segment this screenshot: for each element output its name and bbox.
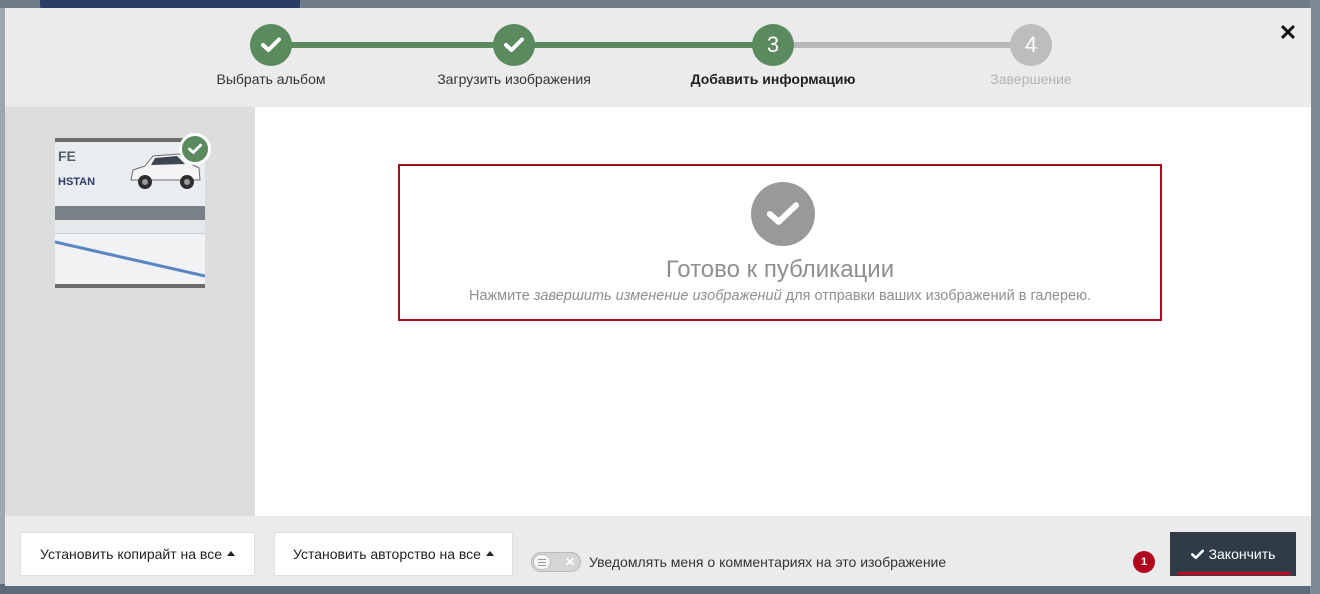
finish-highlight-underline (1177, 572, 1291, 575)
step-connector-3 (773, 42, 1031, 48)
notify-comments-toggle[interactable]: ✕ (531, 552, 581, 572)
notify-comments-label: Уведомлять меня о комментариях на это из… (589, 554, 947, 570)
check-icon (261, 37, 281, 52)
ready-title: Готово к публикации (665, 256, 895, 283)
toggle-off-icon: ✕ (564, 555, 576, 569)
step-1-label: Выбрать альбом (216, 71, 326, 87)
check-icon (504, 37, 524, 52)
set-author-all-button[interactable]: Установить авторство на все (274, 532, 513, 576)
step-2-circle (493, 24, 535, 66)
check-icon (766, 202, 800, 225)
step-connector-1 (271, 42, 514, 48)
thumb-text-bottom: HSTAN (58, 176, 96, 188)
background-page-edge (1310, 0, 1320, 594)
close-button[interactable]: ✕ (1277, 22, 1299, 44)
set-copyright-all-button[interactable]: Установить копирайт на все (20, 532, 255, 576)
finish-label: Закончить (1208, 546, 1276, 562)
ready-description: Нажмите завершить изменение изображений … (468, 288, 1092, 304)
step-4-label: Завершение (990, 71, 1072, 87)
caret-up-icon (485, 550, 494, 556)
finish-button[interactable]: Закончить (1170, 532, 1296, 576)
check-icon (188, 143, 202, 154)
wizard-stepper: Выбрать альбом Загрузить изображения 3 Д… (5, 8, 1311, 107)
caret-up-icon (227, 550, 235, 556)
thumb-chart-line (55, 240, 205, 278)
step-1-circle (250, 24, 292, 66)
step-connector-2 (514, 42, 773, 48)
image-thumbnail[interactable]: FE HSTAN (55, 138, 205, 288)
thumb-nav-bar (55, 206, 205, 220)
set-author-label: Установить авторство на все (293, 546, 481, 562)
ready-emphasis: завершить изменение изображений (533, 288, 782, 304)
step-3-circle: 3 (752, 24, 794, 66)
close-icon: ✕ (1278, 20, 1298, 45)
thumb-text-top: FE (58, 148, 76, 164)
thumbnail-selected-badge (179, 133, 211, 165)
ready-to-publish-panel: Готово к публикации Нажмите завершить из… (398, 164, 1162, 321)
notification-badge: 1 (1133, 551, 1155, 573)
thumb-sub-bar (55, 220, 205, 234)
toggle-knob (533, 554, 551, 570)
background-logo (40, 0, 300, 8)
step-4-circle: 4 (1010, 24, 1052, 66)
upload-wizard-modal: Выбрать альбом Загрузить изображения 3 Д… (5, 8, 1311, 586)
wizard-footer: Установить копирайт на все Установить ав… (5, 516, 1311, 586)
check-circle-icon (751, 182, 815, 246)
image-list-sidebar: FE HSTAN (5, 107, 255, 516)
step-3-label: Добавить информацию (690, 71, 856, 87)
set-copyright-label: Установить копирайт на все (39, 546, 222, 562)
check-icon (1190, 549, 1204, 559)
step-2-label: Загрузить изображения (437, 71, 591, 87)
